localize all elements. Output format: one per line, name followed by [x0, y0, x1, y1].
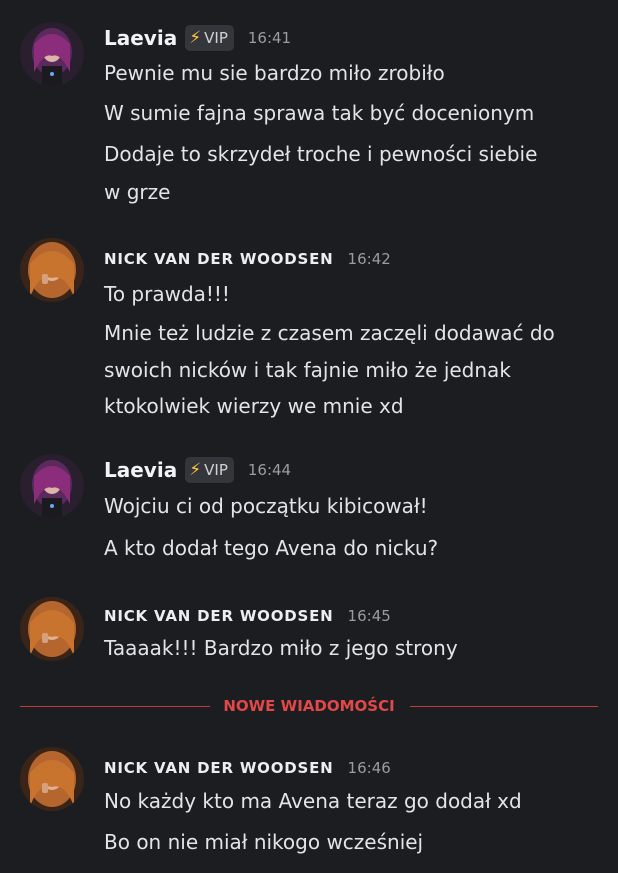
lightning-bolt-icon: ⚡	[189, 460, 202, 480]
message-text: No każdy kto ma Avena teraz go dodał xd	[104, 789, 522, 813]
username[interactable]: NICK VAN DER WOODSEN	[104, 250, 334, 268]
chat-messages: Laevia ⚡ VIP 16:41 Pewnie mu sie bardzo …	[0, 0, 618, 873]
timestamp: 16:45	[347, 607, 391, 625]
message-header: Laevia ⚡ VIP 16:44	[104, 455, 291, 485]
message-text: A kto dodał tego Avena do nicku?	[104, 536, 439, 560]
message-text: Dodaje to skrzydeł troche i pewności sie…	[104, 142, 538, 166]
badge-label: VIP	[204, 461, 228, 479]
message-header: Laevia ⚡ VIP 16:41	[104, 23, 291, 53]
vip-badge: ⚡ VIP	[185, 457, 234, 483]
message-text: ktokolwiek wierzy we mnie xd	[104, 394, 404, 418]
avatar[interactable]	[20, 238, 84, 302]
message-text: W sumie fajna sprawa tak być docenionym	[104, 101, 535, 125]
message-text: Pewnie mu sie bardzo miło zrobiło	[104, 61, 445, 85]
message-header: NICK VAN DER WOODSEN 16:45	[104, 601, 391, 631]
username[interactable]: Laevia	[104, 458, 177, 482]
divider-line-right	[410, 706, 598, 707]
message-header: NICK VAN DER WOODSEN 16:46	[104, 753, 391, 783]
timestamp: 16:41	[247, 29, 292, 47]
message-text: Mnie też ludzie z czasem zaczęli dodawać…	[104, 321, 555, 345]
message-text: Bo on nie miał nikogo wcześniej	[104, 830, 424, 854]
new-messages-divider: NOWE WIADOMOŚCI	[20, 696, 598, 716]
username[interactable]: NICK VAN DER WOODSEN	[104, 607, 334, 625]
message-header: NICK VAN DER WOODSEN 16:42	[104, 244, 391, 274]
avatar[interactable]	[20, 747, 84, 811]
timestamp: 16:46	[347, 759, 391, 777]
message-text: w grze	[104, 180, 171, 204]
message-text: Wojciu ci od początku kibicował!	[104, 494, 428, 518]
avatar[interactable]	[20, 22, 84, 86]
timestamp: 16:44	[247, 461, 292, 479]
vip-badge: ⚡ VIP	[185, 25, 234, 51]
avatar[interactable]	[20, 597, 84, 661]
message-text: To prawda!!!	[104, 282, 230, 306]
badge-label: VIP	[204, 29, 228, 47]
timestamp: 16:42	[347, 250, 391, 268]
username[interactable]: NICK VAN DER WOODSEN	[104, 759, 334, 777]
avatar[interactable]	[20, 454, 84, 518]
message-text: Taaaak!!! Bardzo miło z jego strony	[104, 636, 458, 660]
lightning-bolt-icon: ⚡	[189, 28, 202, 48]
message-text: swoich nicków i tak fajnie miło że jedna…	[104, 358, 511, 382]
username[interactable]: Laevia	[104, 26, 177, 50]
